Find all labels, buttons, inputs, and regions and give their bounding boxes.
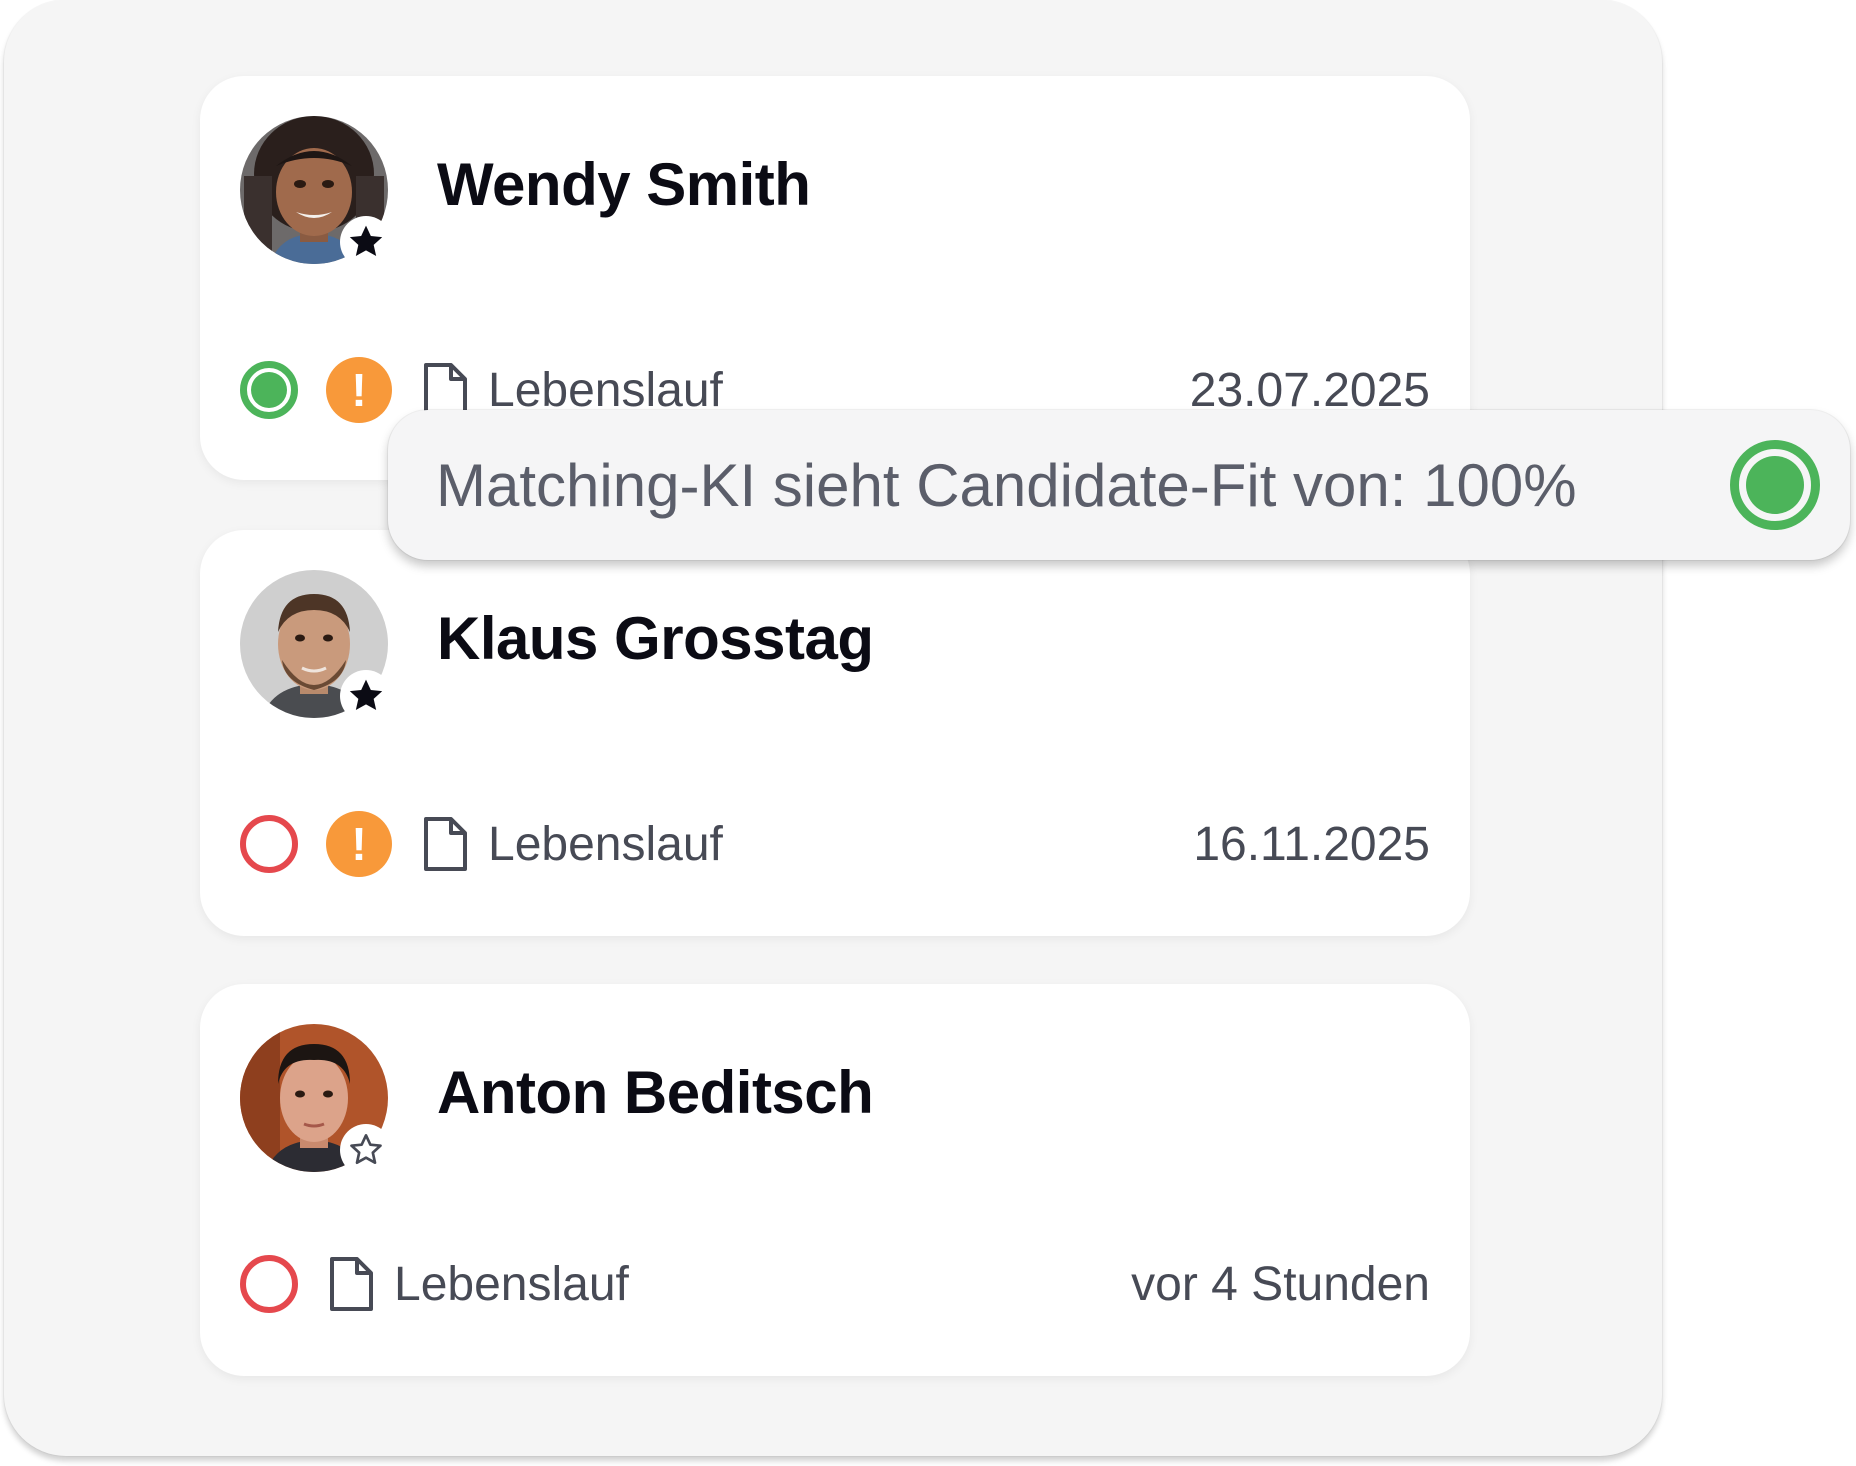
candidate-date: vor 4 Stunden — [1131, 1257, 1430, 1311]
match-tooltip: Matching-KI sieht Candidate-Fit von: 100… — [388, 410, 1850, 560]
red-circle-icon[interactable] — [240, 815, 298, 873]
candidate-date: 16.11.2025 — [1193, 817, 1430, 871]
candidate-name[interactable]: Anton Beditsch — [437, 1058, 874, 1127]
green-circle-icon[interactable] — [240, 361, 298, 419]
candidate-card[interactable]: Anton Beditsch Lebenslauf vor 4 Stunden — [200, 984, 1470, 1376]
star-filled-icon — [349, 679, 383, 710]
favorite-toggle[interactable] — [340, 670, 392, 722]
candidate-list-panel: Wendy Smith ! Lebenslauf 23.07.2025 Klau… — [4, 0, 1662, 1456]
tooltip-text: Matching-KI sieht Candidate-Fit von: 100… — [436, 451, 1577, 519]
favorite-toggle[interactable] — [340, 1124, 392, 1176]
avatar[interactable] — [240, 1024, 392, 1176]
avatar[interactable] — [240, 570, 392, 722]
document-icon — [330, 1257, 373, 1311]
candidate-status-row: ! Lebenslauf 16.11.2025 — [240, 808, 1430, 880]
resume-label: Lebenslauf — [488, 817, 723, 871]
resume-link[interactable]: Lebenslauf — [422, 816, 723, 872]
resume-link[interactable]: Lebenslauf — [328, 1256, 629, 1312]
avatar[interactable] — [240, 116, 392, 268]
green-circle-icon — [1730, 440, 1820, 530]
candidate-name[interactable]: Wendy Smith — [437, 150, 811, 219]
candidate-status-row: Lebenslauf vor 4 Stunden — [240, 1248, 1430, 1320]
exclamation-icon[interactable]: ! — [326, 357, 392, 423]
star-filled-icon — [349, 225, 383, 256]
resume-label: Lebenslauf — [394, 1257, 629, 1311]
document-icon — [424, 817, 467, 871]
red-circle-icon[interactable] — [240, 1255, 298, 1313]
favorite-toggle[interactable] — [340, 216, 392, 268]
star-outline-icon — [350, 1134, 382, 1164]
exclamation-icon[interactable]: ! — [326, 811, 392, 877]
candidate-card[interactable]: Klaus Grosstag ! Lebenslauf 16.11.2025 — [200, 530, 1470, 936]
candidate-name[interactable]: Klaus Grosstag — [437, 604, 874, 673]
